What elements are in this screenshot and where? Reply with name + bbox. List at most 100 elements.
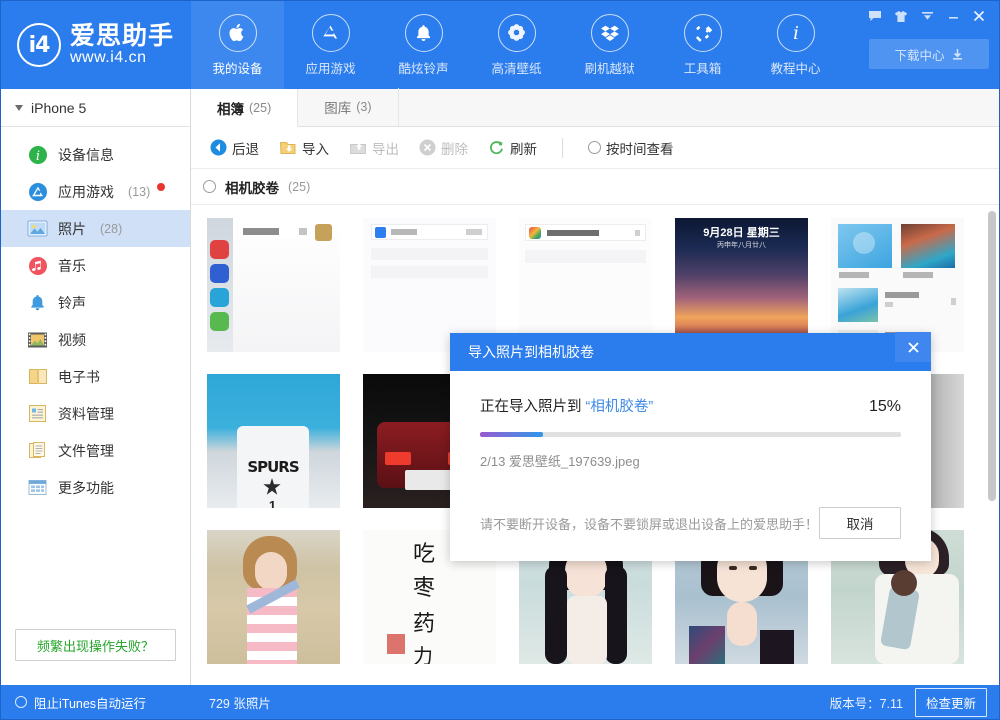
progress-target-album: “相机胶卷”: [586, 399, 654, 415]
photo-thumbnail[interactable]: SPURS 1: [207, 374, 340, 508]
sidebar-item-label: 应用游戏: [58, 182, 114, 202]
device-name: iPhone 5: [31, 100, 86, 116]
photo-count-status: 729 张照片: [191, 693, 271, 712]
window-controls: [863, 5, 991, 27]
minimize-icon[interactable]: [941, 5, 965, 27]
sidebar-item-label: 文件管理: [58, 441, 114, 461]
sidebar-item-file-manage[interactable]: 文件管理: [1, 432, 190, 469]
nav-label: 我的设备: [212, 58, 262, 77]
operation-failure-help-button[interactable]: 频繁出现操作失败？: [15, 629, 176, 661]
body-region: iPhone 5 i 设备信息 应用游戏 (13): [1, 89, 999, 685]
sidebar-item-data-manage[interactable]: 资料管理: [1, 395, 190, 432]
refresh-icon: [488, 139, 505, 156]
main-content: 相簿 (25) 图库 (3) 后退 导入: [191, 89, 999, 685]
import-progress-dialog: 导入照片到相机胶卷 正在导入照片到 “相机胶卷” 15%: [450, 333, 931, 561]
current-file-line: 2/13 爱思壁纸_197639.jpeg: [480, 451, 901, 470]
sidebar-item-ebooks[interactable]: 电子书: [1, 358, 190, 395]
info-circle-icon: i: [27, 144, 48, 165]
sidebar-item-device-info[interactable]: i 设备信息: [1, 136, 190, 173]
chevron-down-icon: [15, 105, 23, 111]
app-logo: i4 爱思助手 www.i4.cn: [1, 1, 191, 89]
dialog-header: 导入照片到相机胶卷: [450, 333, 931, 371]
nav-item-tutorials[interactable]: i 教程中心: [749, 1, 842, 89]
check-update-button[interactable]: 检查更新: [915, 688, 987, 717]
app-header: i4 爱思助手 www.i4.cn 我的设备 应用游戏: [1, 1, 999, 89]
close-icon[interactable]: [967, 5, 991, 27]
nav-label: 教程中心: [770, 58, 820, 77]
sidebar-item-apps-games[interactable]: 应用游戏 (13): [1, 173, 190, 210]
download-center-label: 下载中心: [894, 45, 944, 64]
photo-thumbnail[interactable]: [363, 218, 496, 352]
sidebar-item-label: 视频: [58, 330, 86, 350]
status-bar: 阻止iTunes自动运行 729 张照片 版本号：7.11 检查更新: [1, 685, 999, 719]
sidebar: iPhone 5 i 设备信息 应用游戏 (13): [1, 89, 191, 685]
logo-mark-text: i4: [29, 33, 50, 58]
photo-thumbnail[interactable]: [519, 218, 652, 352]
delete-button[interactable]: 删除: [410, 134, 477, 162]
nav-item-my-device[interactable]: 我的设备: [191, 1, 284, 89]
photo-thumbnail[interactable]: [207, 218, 340, 352]
album-count: (25): [288, 180, 310, 194]
sidebar-item-count: (28): [100, 222, 122, 236]
refresh-button[interactable]: 刷新: [479, 134, 546, 162]
toolbar-label: 后退: [232, 138, 259, 158]
progress-text: 正在导入照片到 “相机胶卷”: [480, 395, 653, 416]
chevron-down-icon[interactable]: [915, 5, 939, 27]
device-selector[interactable]: iPhone 5: [1, 89, 190, 127]
vertical-scrollbar[interactable]: [988, 211, 996, 501]
import-button[interactable]: 导入: [270, 134, 338, 162]
toolbar-label: 导入: [302, 138, 329, 158]
file-icon: [27, 440, 48, 461]
apple-icon: [219, 14, 257, 52]
sidebar-item-photos[interactable]: 照片 (28): [1, 210, 190, 247]
import-icon: [279, 139, 297, 156]
album-name: 相机胶卷: [225, 177, 279, 197]
skin-icon[interactable]: [889, 5, 913, 27]
close-icon[interactable]: [895, 332, 931, 362]
photo-icon: [27, 218, 48, 239]
sidebar-item-label: 更多功能: [58, 478, 114, 498]
dialog-title: 导入照片到相机胶卷: [468, 342, 594, 362]
toolbar-divider: [562, 138, 563, 158]
content-tabs: 相簿 (25) 图库 (3): [191, 89, 999, 127]
progress-headline: 正在导入照片到 “相机胶卷” 15%: [480, 395, 901, 416]
view-by-time-label: 按时间查看: [606, 138, 674, 158]
album-header-row: 相机胶卷 (25): [191, 169, 999, 205]
svg-text:i: i: [35, 149, 39, 164]
block-itunes-label: 阻止iTunes自动运行: [34, 693, 146, 712]
sidebar-item-more[interactable]: 更多功能: [1, 469, 190, 506]
sidebar-item-music[interactable]: 音乐: [1, 247, 190, 284]
warning-text: 请不要断开设备，设备不要锁屏或退出设备上的爱思助手！: [480, 514, 818, 533]
album-radio-icon[interactable]: [203, 180, 216, 193]
back-button[interactable]: 后退: [201, 134, 268, 162]
help-button-label: 频繁出现操作失败？: [37, 636, 154, 655]
delete-icon: [419, 139, 436, 156]
photo-thumbnail[interactable]: [207, 530, 340, 664]
toolbar-label: 删除: [441, 138, 468, 158]
nav-item-wallpapers[interactable]: 高清壁纸: [470, 1, 563, 89]
nav-item-ringtones[interactable]: 酷炫铃声: [377, 1, 470, 89]
tab-gallery[interactable]: 图库 (3): [298, 88, 398, 126]
sidebar-item-videos[interactable]: 视频: [1, 321, 190, 358]
logo-title: 爱思助手: [70, 23, 174, 49]
view-by-time-radio[interactable]: 按时间查看: [579, 134, 683, 162]
nav-item-toolbox[interactable]: 工具箱: [656, 1, 749, 89]
nav-item-jailbreak[interactable]: 刷机越狱: [563, 1, 656, 89]
export-icon: [349, 139, 367, 156]
cancel-button[interactable]: 取消: [819, 507, 901, 539]
download-center-button[interactable]: 下载中心: [869, 39, 989, 69]
block-itunes-toggle[interactable]: 阻止iTunes自动运行: [1, 693, 191, 712]
check-update-label: 检查更新: [926, 697, 976, 711]
dialog-body: 正在导入照片到 “相机胶卷” 15% 2/13 爱思壁纸_197639.jpeg: [450, 371, 931, 507]
tools-icon: [684, 14, 722, 52]
radio-icon: [15, 696, 27, 708]
photo-thumbnail[interactable]: 9月28日 星期三 丙申年八月廿八: [675, 218, 808, 352]
sidebar-item-ringtones[interactable]: 铃声: [1, 284, 190, 321]
feedback-icon[interactable]: [863, 5, 887, 27]
tab-label: 相簿: [217, 98, 244, 118]
sidebar-item-label: 电子书: [58, 367, 100, 387]
nav-item-apps-games[interactable]: 应用游戏: [284, 1, 377, 89]
export-button[interactable]: 导出: [340, 134, 408, 162]
bell-icon: [405, 14, 443, 52]
tab-albums[interactable]: 相簿 (25): [191, 89, 298, 127]
